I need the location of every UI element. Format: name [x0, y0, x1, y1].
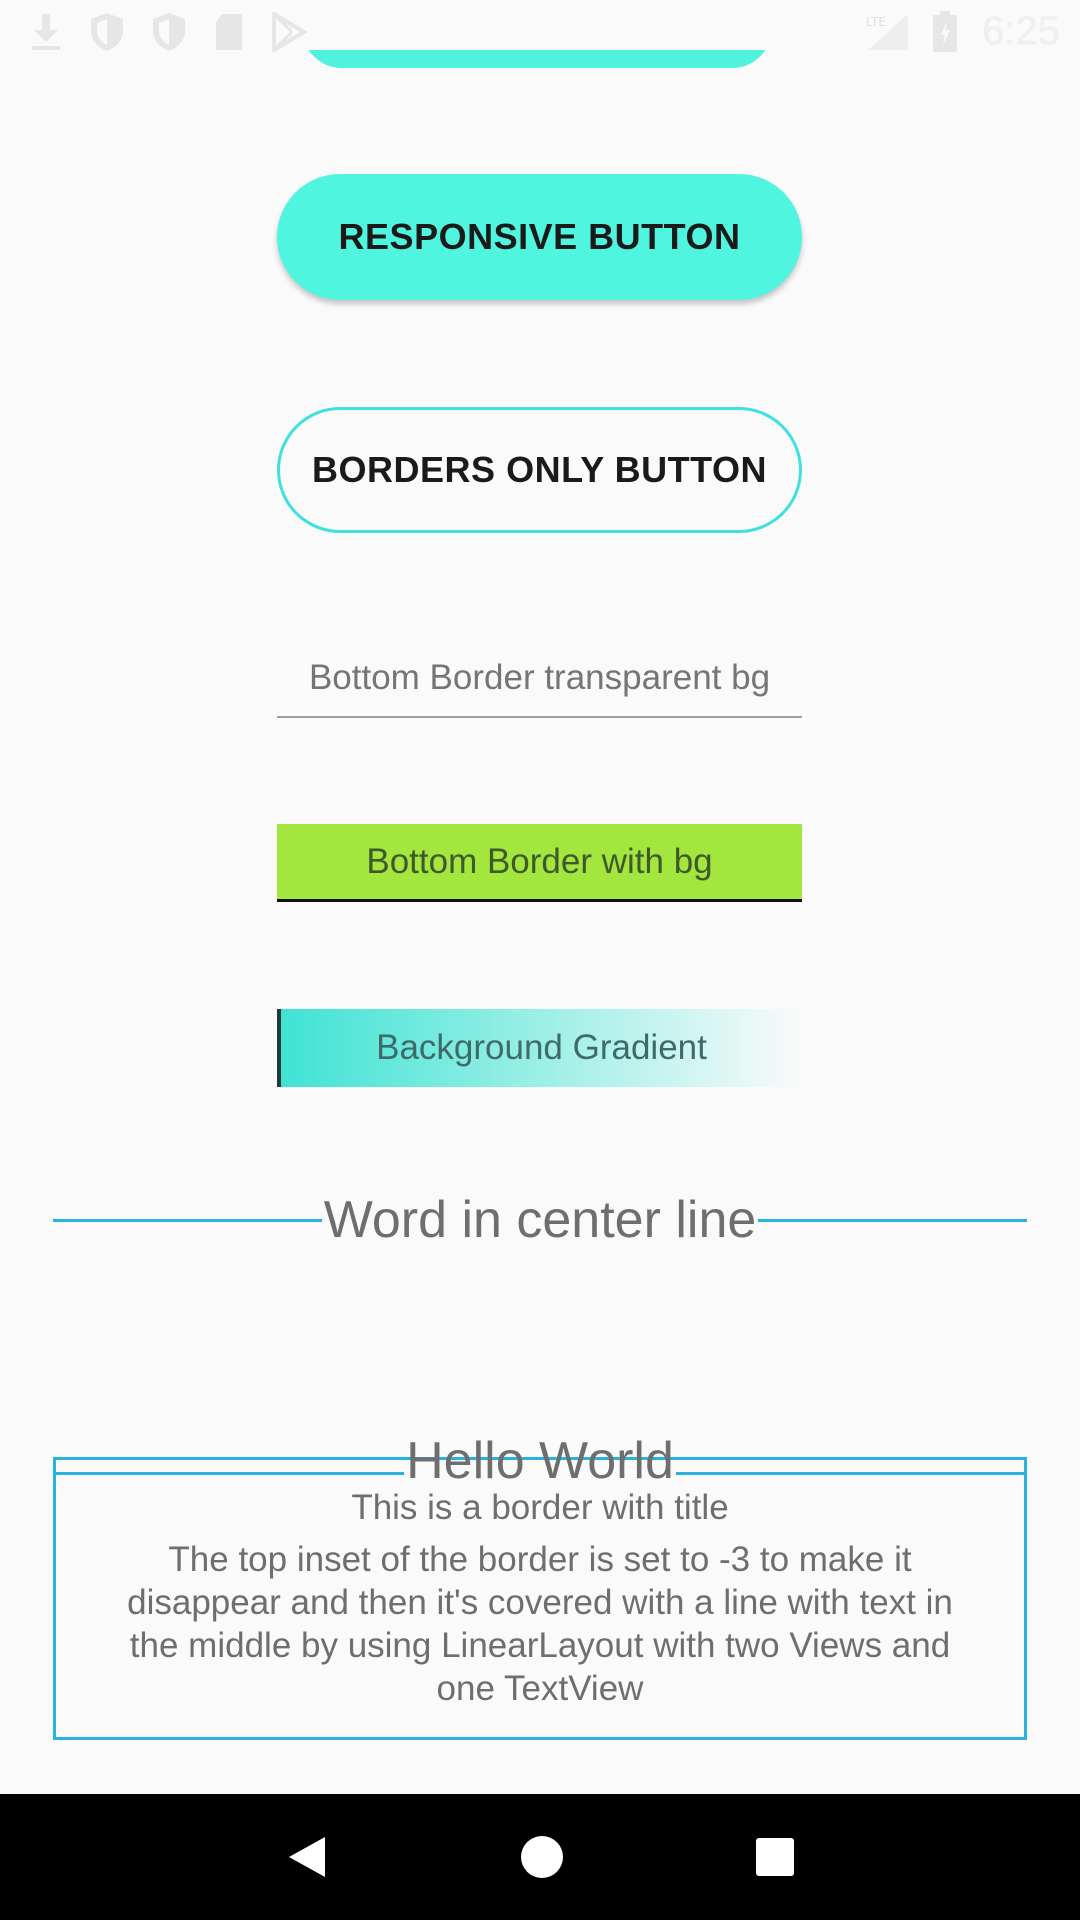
center-line-divider: Word in center line — [53, 1180, 1027, 1260]
bottom-border-transparent-field: Bottom Border transparent bg — [277, 640, 802, 718]
responsive-button[interactable]: RESPONSIVE BUTTON — [277, 174, 802, 300]
navigation-bar — [0, 1794, 1080, 1920]
shield-icon — [88, 11, 126, 53]
download-icon — [28, 12, 64, 52]
battery-icon — [932, 10, 958, 53]
titled-border-body: The top inset of the border is set to -3… — [127, 1540, 953, 1708]
home-icon[interactable] — [519, 1834, 565, 1880]
recents-icon[interactable] — [755, 1837, 795, 1877]
divider-line-left — [53, 1218, 322, 1222]
svg-text:LTE: LTE — [866, 15, 886, 29]
divider-line-right — [758, 1218, 1027, 1222]
shield-icon — [150, 11, 188, 53]
borders-only-button[interactable]: BORDERS ONLY BUTTON — [277, 407, 802, 533]
titled-border-subtitle: This is a border with title — [351, 1488, 729, 1527]
status-left-icons — [28, 11, 308, 53]
title-line-right — [675, 1471, 1028, 1475]
play-store-icon — [270, 11, 308, 52]
background-gradient-field: Background Gradient — [277, 1009, 802, 1087]
status-time: 6:25 — [982, 9, 1060, 53]
sd-card-icon — [212, 12, 246, 52]
back-icon[interactable] — [285, 1833, 329, 1881]
lte-signal-icon: LTE — [864, 12, 909, 52]
center-line-word: Word in center line — [323, 1191, 757, 1249]
titled-border-title-row: Hello World — [53, 1420, 1028, 1490]
bottom-border-bg-field: Bottom Border with bg — [277, 824, 802, 902]
titled-border-title: Hello World — [406, 1432, 674, 1490]
title-line-left — [53, 1471, 405, 1475]
status-right-icons: LTE 6:25 — [864, 9, 1060, 54]
